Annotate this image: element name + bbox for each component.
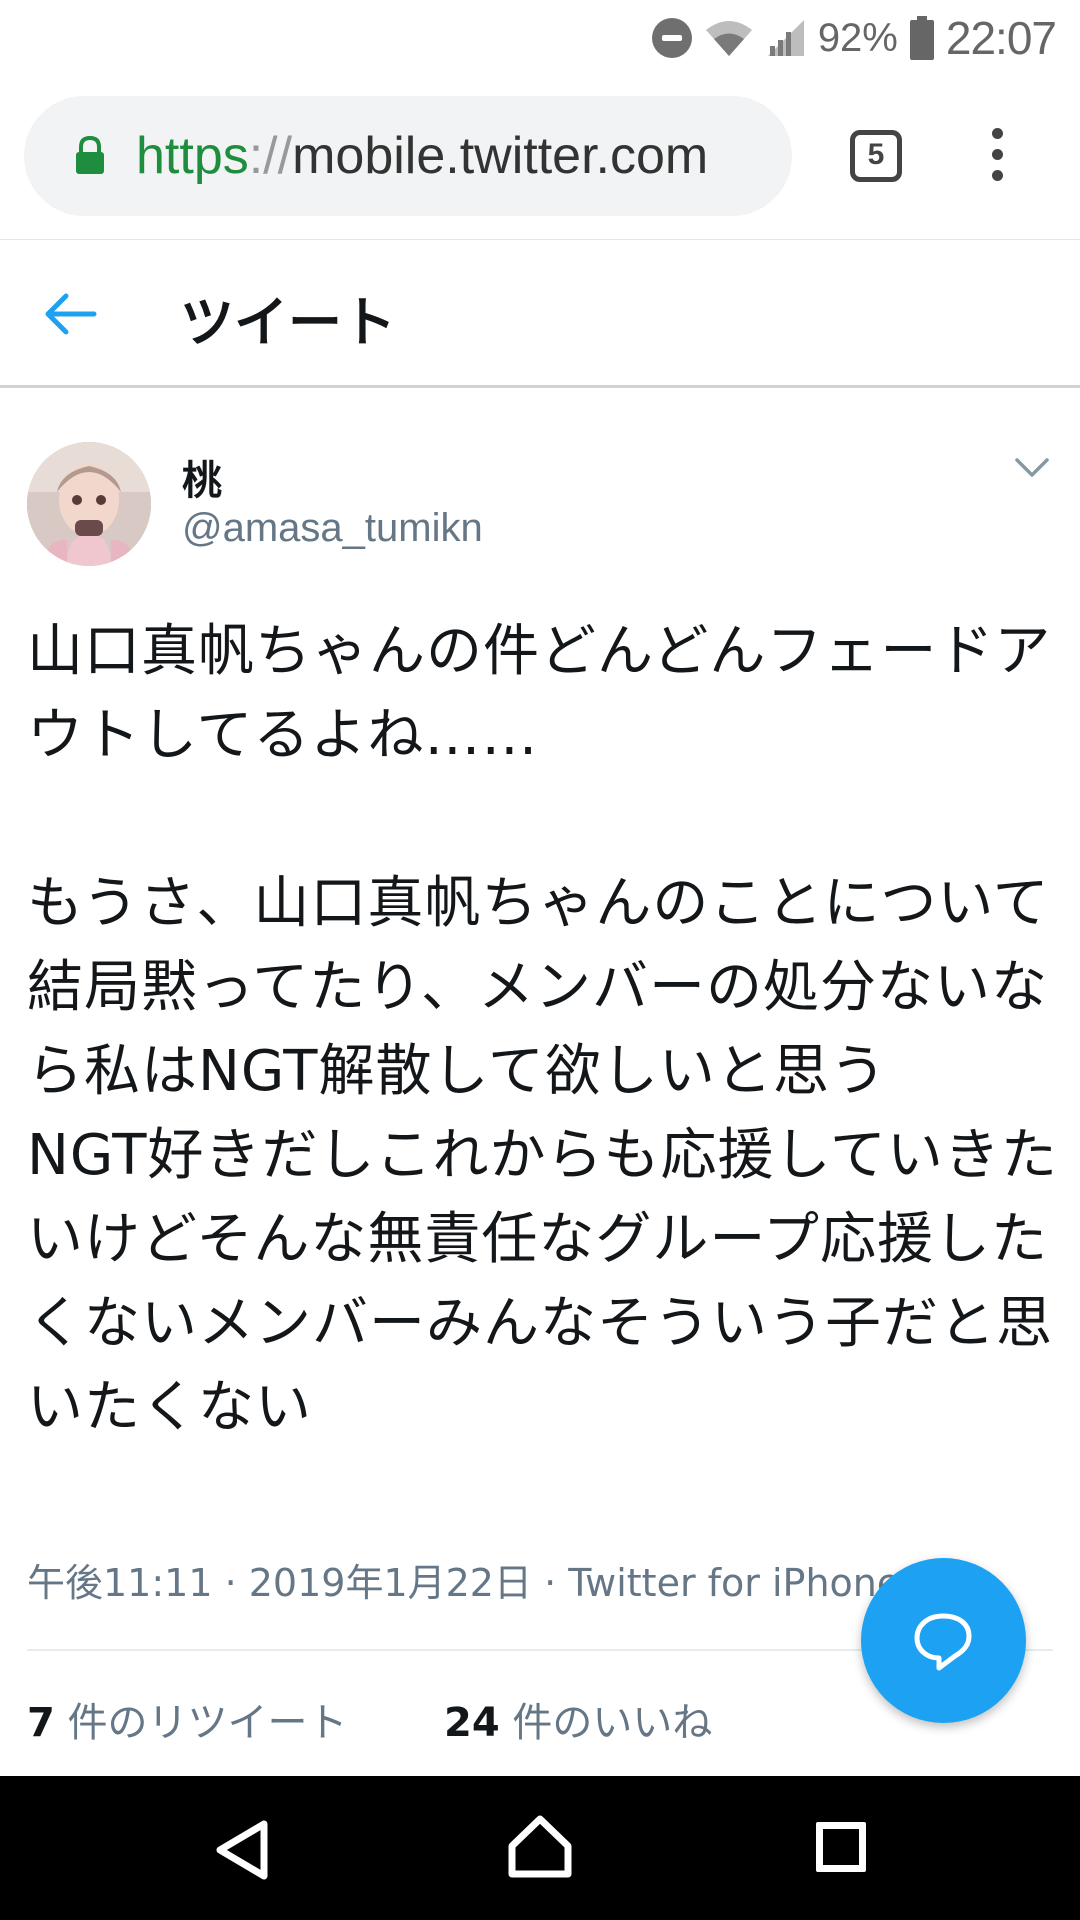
retweet-count: 7	[27, 1700, 55, 1746]
retweet-stat[interactable]: 7 件のリツイート	[27, 1690, 348, 1748]
tweet-timestamp[interactable]: 午後11:11 · 2019年1月22日 · Twitter for iPhon…	[27, 1552, 900, 1607]
lock-icon[interactable]	[74, 136, 106, 176]
browser-toolbar: https://mobile.twitter.com 5	[0, 76, 1080, 240]
nav-home-icon[interactable]	[506, 1814, 574, 1880]
like-label-prefix: 件の	[499, 1700, 593, 1746]
url-scheme: https	[136, 127, 249, 185]
status-bar: 92% 22:07	[0, 0, 1080, 76]
like-count: 24	[444, 1700, 500, 1746]
url-separator: ://	[248, 127, 293, 185]
clock: 22:07	[945, 12, 1057, 64]
avatar-image	[27, 442, 151, 566]
signal-icon	[767, 20, 804, 56]
page-title: ツイート	[180, 291, 396, 354]
avatar[interactable]	[27, 442, 151, 566]
author-name[interactable]: 桃	[182, 448, 222, 506]
wifi-icon	[705, 21, 752, 56]
author-handle[interactable]: @amasa_tumikn	[182, 506, 483, 551]
reply-fab-button[interactable]	[861, 1558, 1026, 1723]
like-stat[interactable]: 24 件のいいね	[444, 1690, 712, 1748]
url-bar[interactable]: https://mobile.twitter.com	[24, 96, 792, 216]
nav-back-icon[interactable]	[212, 1818, 272, 1882]
tab-switcher-button[interactable]: 5	[850, 130, 902, 182]
overflow-menu-icon[interactable]	[982, 128, 1012, 188]
status-icons: 92% 22:07	[651, 8, 1057, 68]
nav-recents-icon[interactable]	[816, 1822, 866, 1872]
back-arrow-icon[interactable]	[42, 290, 98, 338]
do-not-disturb-icon	[651, 18, 692, 58]
tweet-text: 山口真帆ちゃんの件どんどんフェードアウトしてるよね…… もうさ、山口真帆ちゃんの…	[27, 619, 1058, 1440]
reply-icon	[914, 1613, 972, 1671]
battery-icon	[909, 16, 934, 60]
retweet-label: リツイート	[147, 1700, 348, 1746]
chevron-down-icon[interactable]	[1014, 456, 1050, 480]
like-label: いいね	[592, 1700, 713, 1746]
battery-percent: 92%	[817, 15, 898, 60]
system-navigation-bar	[0, 1776, 1080, 1920]
retweet-label-prefix: 件の	[54, 1700, 148, 1746]
url-host: mobile.twitter.com	[292, 127, 709, 185]
twitter-header: ツイート	[0, 240, 1080, 388]
url-text[interactable]: https://mobile.twitter.com	[136, 126, 708, 186]
